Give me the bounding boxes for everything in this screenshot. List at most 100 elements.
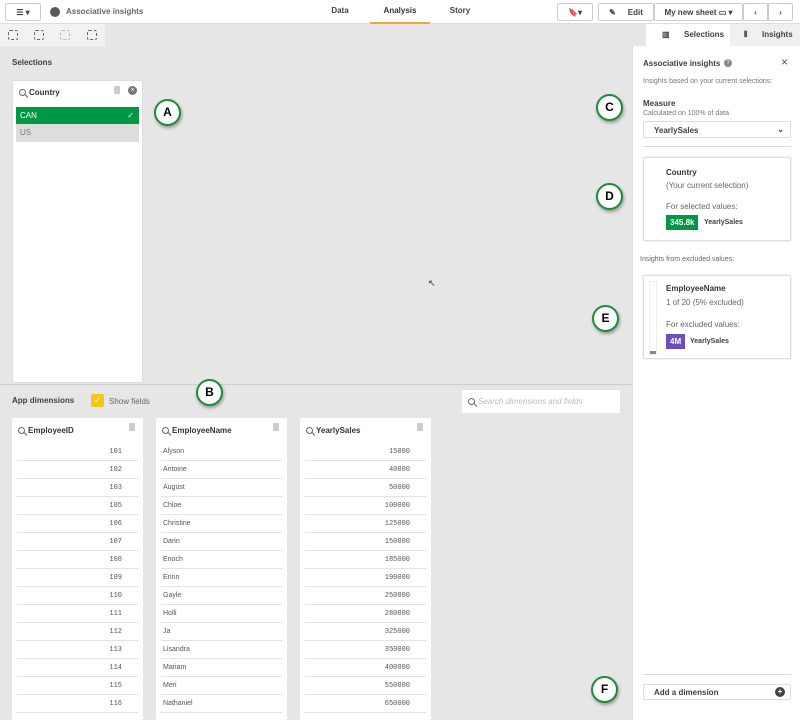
excluded-insight-card[interactable]: EmployeeName 1 of 20 (5% excluded) For e…: [643, 275, 791, 359]
measure-dropdown[interactable]: YearlySales ⌄: [643, 121, 791, 138]
add-dimension-button[interactable]: Add a dimension +: [643, 684, 791, 700]
bookmark-button[interactable]: 🔖▾: [557, 3, 593, 21]
tab-insights[interactable]: ⫴ Insights: [730, 24, 800, 46]
list-item-selected[interactable]: CAN ✓: [16, 107, 139, 124]
list-item[interactable]: 101: [17, 443, 138, 461]
list-item[interactable]: 125000: [305, 515, 426, 533]
tab-selections[interactable]: ▥ Selections: [646, 24, 730, 46]
excluded-fill: [650, 351, 656, 354]
search-icon[interactable]: [306, 427, 313, 435]
list-item[interactable]: 109: [17, 569, 138, 587]
list-item[interactable]: Ja: [161, 623, 282, 641]
list-item[interactable]: 15000: [305, 443, 426, 461]
card-note: (Your current selection): [666, 181, 749, 190]
plus-icon: +: [775, 687, 785, 697]
list-item[interactable]: 50000: [305, 479, 426, 497]
list-item[interactable]: 550000: [305, 677, 426, 695]
list-item[interactable]: Meri: [161, 677, 282, 695]
clear-selections-icon[interactable]: [87, 30, 97, 40]
add-dimension-label: Add a dimension: [654, 688, 719, 697]
selected-insight-card[interactable]: Country (Your current selection) For sel…: [643, 157, 791, 241]
previous-sheet-button[interactable]: ‹: [743, 3, 768, 21]
app-dimensions-heading: App dimensions: [12, 396, 75, 405]
callout-f: F: [591, 676, 618, 703]
list-item[interactable]: 650000: [305, 695, 426, 713]
list-item[interactable]: 40000: [305, 461, 426, 479]
card-for-label: For excluded values:: [666, 320, 740, 329]
dimension-search-input[interactable]: Search dimensions and fields: [462, 390, 620, 413]
list-item-alternative[interactable]: US: [16, 124, 139, 142]
insights-panel: Associative insights ? × Insights based …: [632, 46, 800, 720]
list-item[interactable]: 115: [17, 677, 138, 695]
lock-icon[interactable]: [273, 423, 279, 431]
sheet-icon: ▭ ▾: [718, 7, 733, 17]
value-label: CAN: [20, 111, 37, 120]
list-item[interactable]: Nathaniel: [161, 695, 282, 713]
divider: [643, 674, 791, 675]
list-item[interactable]: 108: [17, 551, 138, 569]
list-item[interactable]: 114: [17, 659, 138, 677]
insights-icon: ⫴: [744, 30, 748, 39]
search-icon[interactable]: [19, 89, 26, 97]
help-icon[interactable]: ?: [724, 59, 732, 67]
list-item[interactable]: Holli: [161, 605, 282, 623]
list-item[interactable]: August: [161, 479, 282, 497]
list-item[interactable]: Mariam: [161, 659, 282, 677]
list-item[interactable]: Erinn: [161, 569, 282, 587]
list-item[interactable]: 107: [17, 533, 138, 551]
tab-analysis[interactable]: Analysis: [370, 0, 430, 24]
list-item[interactable]: Darin: [161, 533, 282, 551]
search-placeholder: Search dimensions and fields: [478, 397, 583, 406]
tab-label: Insights: [762, 30, 793, 39]
lock-icon[interactable]: [417, 423, 423, 431]
list-item[interactable]: 106: [17, 515, 138, 533]
callout-c: C: [596, 94, 623, 121]
list-item[interactable]: Chloe: [161, 497, 282, 515]
list-item[interactable]: 100000: [305, 497, 426, 515]
step-forward-icon[interactable]: [60, 30, 70, 40]
edit-button[interactable]: ✎ Edit: [598, 3, 654, 21]
list-item[interactable]: 116: [17, 695, 138, 713]
list-item[interactable]: 350000: [305, 641, 426, 659]
list-item[interactable]: Alyson: [161, 443, 282, 461]
list-item[interactable]: Lisandra: [161, 641, 282, 659]
smart-search-icon[interactable]: [8, 30, 18, 40]
clear-icon[interactable]: ×: [128, 86, 137, 95]
list-item[interactable]: Antoine: [161, 461, 282, 479]
list-item[interactable]: 110: [17, 587, 138, 605]
list-item[interactable]: 400000: [305, 659, 426, 677]
tab-data[interactable]: Data: [320, 0, 360, 24]
search-icon[interactable]: [162, 427, 169, 435]
close-icon[interactable]: ×: [781, 55, 788, 69]
lock-icon[interactable]: [129, 423, 135, 431]
show-fields-label: Show fields: [109, 397, 150, 406]
filter-title: Country: [29, 88, 60, 97]
panel-subtitle: Insights based on your current selection…: [643, 78, 773, 85]
search-icon[interactable]: [18, 427, 25, 435]
show-fields-checkbox[interactable]: ✓: [91, 394, 104, 407]
next-sheet-button[interactable]: ›: [768, 3, 793, 21]
list-item[interactable]: 103: [17, 479, 138, 497]
tab-story[interactable]: Story: [440, 0, 480, 24]
list-item[interactable]: 105: [17, 497, 138, 515]
list-item[interactable]: 113: [17, 641, 138, 659]
global-menu-button[interactable]: ☰ ▾: [5, 3, 41, 21]
callout-b: B: [196, 379, 223, 406]
list-item[interactable]: Gayle: [161, 587, 282, 605]
list-item[interactable]: 150000: [305, 533, 426, 551]
list-item[interactable]: Christine: [161, 515, 282, 533]
list-item[interactable]: 190000: [305, 569, 426, 587]
list-item[interactable]: 280000: [305, 605, 426, 623]
check-icon: ✓: [127, 111, 134, 120]
list-item[interactable]: 185000: [305, 551, 426, 569]
lock-icon[interactable]: [114, 86, 120, 94]
list-item[interactable]: 112: [17, 623, 138, 641]
list-item[interactable]: 250000: [305, 587, 426, 605]
list-item[interactable]: 325000: [305, 623, 426, 641]
sheet-selector[interactable]: My new sheet ▭ ▾: [654, 3, 743, 21]
list-item[interactable]: Enoch: [161, 551, 282, 569]
step-back-icon[interactable]: [34, 30, 44, 40]
list-item[interactable]: 111: [17, 605, 138, 623]
list-item[interactable]: 102: [17, 461, 138, 479]
country-filter-pane: Country × CAN ✓ US: [12, 80, 143, 383]
